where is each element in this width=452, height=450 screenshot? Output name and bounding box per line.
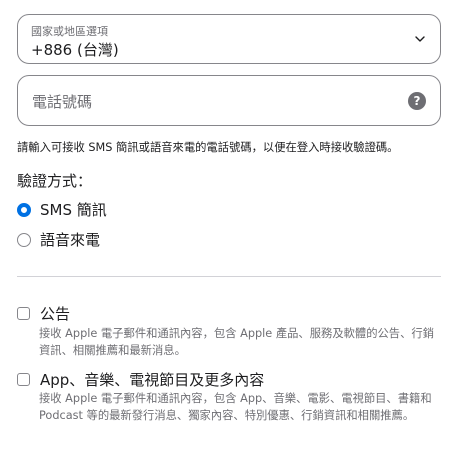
radio-option-sms[interactable]: SMS 簡訊 [17,199,107,220]
checkbox-title-apps-music-tv: App、音樂、電視節目及更多內容 [40,371,265,389]
country-select[interactable]: 國家或地區選項 +886 (台灣) [17,14,441,64]
section-divider [17,276,441,277]
phone-number-placeholder: 電話號碼 [32,93,93,111]
radio-label-voice-call: 語音來電 [40,231,101,249]
radio-option-voice-call[interactable]: 語音來電 [17,229,100,250]
radio-button-unchecked[interactable] [17,232,31,247]
radio-label-sms: SMS 簡訊 [40,201,107,219]
radio-button-checked[interactable] [17,202,31,217]
verification-form: 國家或地區選項 +886 (台灣) 電話號碼 ? 請輸入可接收 SMS 簡訊或語… [0,0,452,450]
phone-hint-text: 請輸入可接收 SMS 簡訊或語音來電的電話號碼，以便在登入時接收驗證碼。 [17,141,399,154]
checkbox-row-announcements[interactable]: 公告 [17,303,70,324]
checkbox-description-apps-music-tv: 接收 Apple 電子郵件和通訊內容，包含 App、音樂、電影、電視節目、書籍和… [39,392,432,422]
country-select-label: 國家或地區選項 [31,25,108,38]
checkbox-description-announcements: 接收 Apple 電子郵件和通訊內容，包含 Apple 產品、服務及軟體的公告、… [39,327,434,357]
checkbox-title-announcements: 公告 [40,305,71,323]
checkbox-announcements[interactable] [17,307,30,320]
phone-number-field[interactable]: 電話號碼 ? [17,75,441,126]
country-select-value: +886 (台灣) [31,41,119,59]
verification-method-label: 驗證方式： [17,172,93,190]
checkbox-apps-music-tv[interactable] [17,373,30,386]
checkbox-row-apps-music-tv[interactable]: App、音樂、電視節目及更多內容 [17,369,264,390]
help-icon[interactable]: ? [408,92,426,110]
chevron-down-icon [415,36,425,42]
